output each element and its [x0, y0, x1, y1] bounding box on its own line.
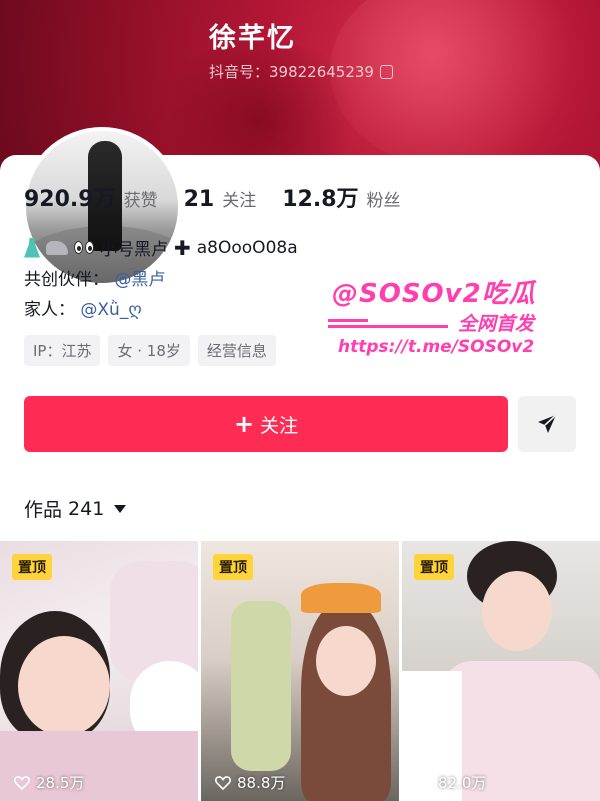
- eyes-emoji: [74, 241, 94, 254]
- follow-label: 关注: [260, 414, 299, 437]
- video-likes: 82.0万: [416, 772, 486, 793]
- watermark-line: [328, 319, 448, 328]
- cocreator-label: 共创伙伴：: [24, 270, 109, 290]
- video-like-count: 88.8万: [237, 774, 286, 792]
- bio-text: 小号黑卢: [100, 240, 168, 260]
- video-tile[interactable]: 置顶 82.0万: [402, 541, 600, 801]
- family-label: 家人：: [24, 300, 75, 320]
- video-thumbnail-shape: [316, 626, 376, 696]
- gender-age-tag: 女 · 18岁: [108, 335, 190, 366]
- pinned-badge: 置顶: [414, 554, 454, 580]
- watermark-title: @SOSOv2吃瓜: [332, 279, 536, 309]
- works-label: 作品: [24, 499, 63, 521]
- likes-label: 获赞: [123, 191, 158, 211]
- plus-icon: ✚: [174, 235, 191, 260]
- cocreator-row: 共创伙伴： @黑卢: [24, 265, 165, 290]
- business-info-tag[interactable]: 经营信息: [197, 335, 276, 366]
- bio-line: 小号黑卢 ✚ a8OooO08a: [24, 235, 298, 260]
- video-tile[interactable]: 置顶 88.8万: [201, 541, 399, 801]
- pinned-badge: 置顶: [12, 554, 52, 580]
- video-grid: 置顶 28.5万 置顶 88.8万 置顶 82.0万: [0, 541, 600, 801]
- send-icon: [538, 414, 557, 433]
- ip-tag: IP：江苏: [24, 335, 101, 366]
- family-row: 家人： @Xǜ_ღ: [24, 295, 142, 320]
- profile-nickname: 徐芊忆: [209, 23, 296, 54]
- heart-icon: [215, 775, 231, 790]
- family-mention-link[interactable]: @Xǜ_ღ: [80, 300, 141, 320]
- fans-count[interactable]: 12.8万: [282, 181, 358, 213]
- video-like-count: 82.0万: [438, 774, 487, 792]
- video-tile[interactable]: 置顶 28.5万: [0, 541, 198, 801]
- video-like-count: 28.5万: [36, 774, 85, 792]
- copy-icon[interactable]: [379, 64, 393, 79]
- heart-icon: [416, 775, 432, 790]
- works-tab[interactable]: 作品 241: [24, 495, 127, 522]
- follow-button[interactable]: + 关注: [24, 396, 508, 452]
- works-count: 241: [68, 497, 105, 520]
- shoe-emoji: [46, 240, 68, 255]
- likes-count: 920.9万: [24, 187, 116, 212]
- video-likes: 28.5万: [14, 772, 84, 793]
- douyin-id[interactable]: 抖音号：39822645239: [209, 61, 393, 82]
- caret-down-icon: [114, 504, 127, 513]
- video-thumbnail-shape: [231, 601, 291, 771]
- eye-shape: [74, 241, 83, 254]
- watermark-subtitle: 全网首发: [458, 313, 535, 335]
- profile-stats: 920.9万 获赞 21 关注 12.8万 粉丝: [24, 181, 427, 213]
- following-label[interactable]: 关注: [222, 186, 256, 211]
- pinned-badge: 置顶: [213, 554, 253, 580]
- profile-card: 920.9万 获赞 21 关注 12.8万 粉丝 小号黑卢 ✚ a8OooO08…: [0, 127, 600, 801]
- plus-icon: +: [233, 410, 255, 438]
- eye-shape: [85, 241, 94, 254]
- profile-tags: IP：江苏 女 · 18岁 经营信息: [24, 335, 276, 366]
- video-thumbnail-shape: [482, 571, 552, 651]
- dress-emoji: [24, 237, 40, 258]
- cover-decoration: [330, 0, 590, 170]
- bio-suffix: a8OooO08a: [196, 237, 298, 258]
- video-thumbnail-shape: [18, 636, 110, 736]
- watermark-url: https://t.me/SOSOv2: [338, 337, 535, 357]
- cocreator-mention-link[interactable]: @黑卢: [114, 270, 165, 290]
- video-thumbnail-shape: [301, 583, 381, 613]
- watermark-overlay: @SOSOv2吃瓜 全网首发 https://t.me/SOSOv2: [328, 273, 568, 363]
- fans-label[interactable]: 粉丝: [367, 186, 401, 211]
- video-likes: 88.8万: [215, 772, 285, 793]
- share-button[interactable]: [518, 396, 576, 452]
- douyin-id-text: 抖音号：39822645239: [209, 63, 374, 81]
- heart-icon: [14, 775, 30, 790]
- following-count[interactable]: 21: [184, 187, 215, 212]
